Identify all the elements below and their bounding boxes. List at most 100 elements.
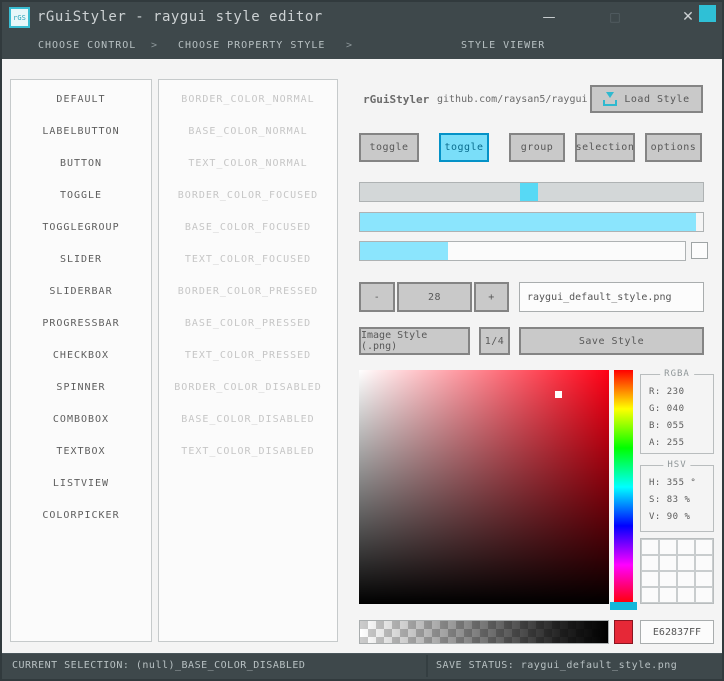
palette-cell[interactable] bbox=[659, 571, 677, 587]
rgba-label: RGBA bbox=[660, 369, 694, 379]
spinner-minus-button[interactable]: - bbox=[359, 282, 395, 312]
toggle-button-active[interactable]: toggle bbox=[439, 133, 489, 162]
hsv-group: HSV H: 355 ° S: 83 % V: 90 % bbox=[640, 460, 714, 532]
hsv-h-value: H: 355 ° bbox=[649, 478, 697, 488]
load-icon bbox=[603, 92, 618, 106]
app-window: rGS rGuiStyler - raygui style editor — □… bbox=[0, 0, 724, 681]
toggle-button[interactable]: toggle bbox=[359, 133, 419, 162]
control-list-item[interactable]: SLIDER bbox=[11, 243, 151, 275]
spinner-value[interactable]: 28 bbox=[397, 282, 472, 312]
slider-bar[interactable] bbox=[359, 212, 704, 232]
minimize-button[interactable]: — bbox=[538, 2, 560, 33]
rgba-a-value: A: 255 bbox=[649, 438, 685, 448]
rgba-b-value: B: 055 bbox=[649, 421, 685, 431]
palette-cell[interactable] bbox=[677, 555, 695, 571]
toggle-button[interactable]: options bbox=[645, 133, 702, 162]
control-list-item[interactable]: BUTTON bbox=[11, 147, 151, 179]
chevron-right-icon: > bbox=[346, 40, 354, 51]
status-divider bbox=[426, 655, 428, 677]
breadcrumb: CHOOSE CONTROL > CHOOSE PROPERTY STYLE >… bbox=[2, 33, 722, 59]
property-list-item[interactable]: BORDER_COLOR_FOCUSED bbox=[159, 179, 337, 211]
property-list-item[interactable]: BASE_COLOR_NORMAL bbox=[159, 115, 337, 147]
maximize-button[interactable]: □ bbox=[604, 2, 626, 33]
ratio-button[interactable]: 1/4 bbox=[479, 327, 510, 355]
property-list-item[interactable]: TEXT_COLOR_FOCUSED bbox=[159, 243, 337, 275]
control-list-item[interactable]: COLORPICKER bbox=[11, 499, 151, 531]
palette-cell[interactable] bbox=[641, 571, 659, 587]
control-list-item[interactable]: TOGGLE bbox=[11, 179, 151, 211]
brand-label: rGuiStyler bbox=[363, 93, 430, 106]
toggle-button[interactable]: group bbox=[509, 133, 565, 162]
palette-cell[interactable] bbox=[695, 555, 713, 571]
control-list-item[interactable]: TEXTBOX bbox=[11, 435, 151, 467]
chevron-right-icon: > bbox=[151, 40, 159, 51]
status-bar: CURRENT SELECTION: (null)_BASE_COLOR_DIS… bbox=[2, 653, 722, 679]
property-list-item[interactable]: TEXT_COLOR_NORMAL bbox=[159, 147, 337, 179]
palette-cell[interactable] bbox=[695, 571, 713, 587]
control-list-item[interactable]: LISTVIEW bbox=[11, 467, 151, 499]
control-list-item[interactable]: LABELBUTTON bbox=[11, 115, 151, 147]
palette-cell[interactable] bbox=[641, 539, 659, 555]
rgba-g-value: G: 040 bbox=[649, 404, 685, 414]
control-list-item[interactable]: SPINNER bbox=[11, 371, 151, 403]
color-picker-panel[interactable] bbox=[359, 370, 609, 604]
filename-input[interactable] bbox=[519, 282, 704, 312]
checkbox[interactable] bbox=[691, 242, 708, 259]
accent-icon bbox=[699, 5, 716, 22]
save-style-button[interactable]: Save Style bbox=[519, 327, 704, 355]
property-list-item[interactable]: TEXT_COLOR_PRESSED bbox=[159, 339, 337, 371]
app-icon: rGS bbox=[9, 7, 30, 28]
slider-handle[interactable] bbox=[520, 183, 538, 201]
property-list-item[interactable]: BORDER_COLOR_NORMAL bbox=[159, 83, 337, 115]
slider-bar-fill bbox=[360, 213, 697, 231]
spinner-plus-button[interactable]: + bbox=[474, 282, 509, 312]
save-status: SAVE STATUS: raygui_default_style.png bbox=[436, 660, 678, 671]
slider[interactable] bbox=[359, 182, 704, 202]
control-list-item[interactable]: COMBOBOX bbox=[11, 403, 151, 435]
palette-cell[interactable] bbox=[659, 539, 677, 555]
window-title: rGuiStyler - raygui style editor bbox=[37, 9, 323, 25]
current-color-swatch bbox=[614, 620, 633, 644]
image-style-button[interactable]: Image Style (.png) bbox=[359, 327, 470, 355]
rgba-r-value: R: 230 bbox=[649, 387, 685, 397]
breadcrumb-choose-control: CHOOSE CONTROL bbox=[38, 40, 137, 51]
palette-cell[interactable] bbox=[677, 587, 695, 603]
palette-cell[interactable] bbox=[659, 587, 677, 603]
palette-cell[interactable] bbox=[695, 587, 713, 603]
toggle-button[interactable]: selection bbox=[575, 133, 635, 162]
progress-bar bbox=[359, 241, 686, 261]
property-list-item[interactable]: BASE_COLOR_DISABLED bbox=[159, 403, 337, 435]
close-button[interactable]: ✕ bbox=[677, 2, 699, 33]
hue-handle[interactable] bbox=[610, 602, 637, 610]
palette-cell[interactable] bbox=[677, 571, 695, 587]
hsv-s-value: S: 83 % bbox=[649, 495, 691, 505]
alpha-bar[interactable] bbox=[359, 620, 609, 644]
palette-grid bbox=[640, 538, 714, 604]
color-cursor[interactable] bbox=[555, 391, 562, 398]
breadcrumb-style-viewer: STYLE VIEWER bbox=[461, 40, 546, 51]
palette-cell[interactable] bbox=[695, 539, 713, 555]
hsv-label: HSV bbox=[663, 460, 691, 470]
palette-cell[interactable] bbox=[677, 539, 695, 555]
hsv-v-value: V: 90 % bbox=[649, 512, 691, 522]
property-list-item[interactable]: BASE_COLOR_PRESSED bbox=[159, 307, 337, 339]
control-list-item[interactable]: SLIDERBAR bbox=[11, 275, 151, 307]
palette-cell[interactable] bbox=[641, 555, 659, 571]
palette-cell[interactable] bbox=[659, 555, 677, 571]
controls-list: DEFAULT LABELBUTTON BUTTON TOGGLE TOGGLE… bbox=[10, 79, 152, 642]
hex-input[interactable] bbox=[640, 620, 714, 644]
hue-bar[interactable] bbox=[614, 370, 633, 604]
control-list-item[interactable]: TOGGLEGROUP bbox=[11, 211, 151, 243]
property-list-item[interactable]: BORDER_COLOR_DISABLED bbox=[159, 371, 337, 403]
breadcrumb-choose-property-style: CHOOSE PROPERTY STYLE bbox=[178, 40, 326, 51]
property-list-item[interactable]: BORDER_COLOR_PRESSED bbox=[159, 275, 337, 307]
control-list-item[interactable]: CHECKBOX bbox=[11, 339, 151, 371]
repo-label: github.com/raysan5/raygui bbox=[437, 94, 588, 105]
property-list-item[interactable]: BASE_COLOR_FOCUSED bbox=[159, 211, 337, 243]
control-list-item[interactable]: PROGRESSBAR bbox=[11, 307, 151, 339]
title-bar: rGS rGuiStyler - raygui style editor — □… bbox=[2, 2, 722, 33]
load-style-button[interactable]: Load Style bbox=[590, 85, 703, 113]
property-list-item[interactable]: TEXT_COLOR_DISABLED bbox=[159, 435, 337, 467]
control-list-item[interactable]: DEFAULT bbox=[11, 83, 151, 115]
palette-cell[interactable] bbox=[641, 587, 659, 603]
